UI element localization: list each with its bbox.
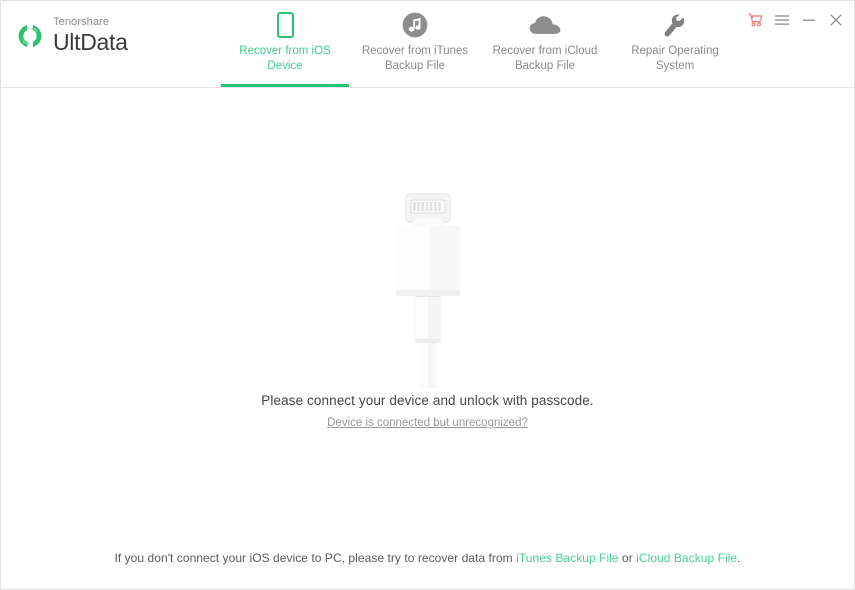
tab-recover-from-icloud-backup-file[interactable]: Recover from iCloud Backup File [480,1,610,87]
app-header: Tenorshare UltData Recover from iOS Devi… [1,1,854,88]
footer-text-middle: or [618,551,637,565]
icloud-backup-link[interactable]: iCloud Backup File [636,551,737,565]
music-note-icon [402,12,428,38]
device-unrecognized-link[interactable]: Device is connected but unrecognized? [327,417,528,429]
window-controls [747,12,844,28]
wrench-icon [663,12,687,38]
main-content: Please connect your device and unlock wi… [1,88,854,589]
close-icon[interactable] [828,12,844,28]
itunes-backup-link[interactable]: iTunes Backup File [516,551,619,565]
brand-title: UltData [53,29,128,55]
brand-logo: Tenorshare UltData [16,17,128,54]
footer-hint: If you don't connect your iOS device to … [1,551,854,565]
menu-icon[interactable] [774,12,790,28]
brand-subtitle: Tenorshare [53,16,110,28]
tab-label: Repair Operating System [631,45,719,72]
tenorshare-logo-icon [16,21,44,50]
mode-tabs: Recover from iOS Device Recover from iTu… [220,1,740,87]
tab-repair-operating-system[interactable]: Repair Operating System [610,1,740,87]
cart-icon[interactable] [747,12,763,28]
minimize-icon[interactable] [801,12,817,28]
brand-text: Tenorshare UltData [53,17,128,54]
tab-active-indicator [221,84,349,87]
tab-label: Recover from iOS Device [239,45,331,72]
footer-text-before: If you don't connect your iOS device to … [114,551,517,565]
footer-text-after: . [737,551,741,565]
tab-recover-from-itunes-backup-file[interactable]: Recover from iTunes Backup File [350,1,480,87]
tab-label: Recover from iTunes Backup File [361,45,469,72]
tab-label: Recover from iCloud Backup File [492,45,598,72]
tab-recover-from-ios-device[interactable]: Recover from iOS Device [220,1,350,87]
ultdata-window: Tenorshare UltData Recover from iOS Devi… [0,0,855,590]
connect-prompt: Please connect your device and unlock wi… [1,393,854,431]
cloud-icon [529,12,561,38]
phone-icon [276,12,294,38]
lightning-cable-illustration [1,193,854,388]
prompt-message: Please connect your device and unlock wi… [261,393,594,408]
